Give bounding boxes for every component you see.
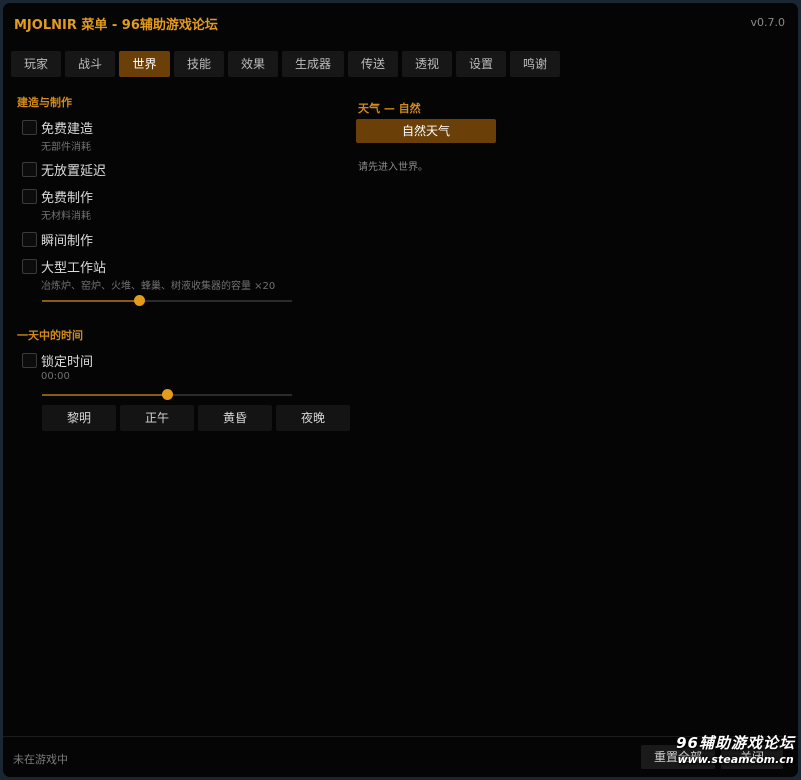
instant-craft-checkbox[interactable]	[22, 232, 37, 247]
tab-esp[interactable]: 透视	[402, 51, 452, 77]
tab-effects[interactable]: 效果	[228, 51, 278, 77]
lock-time-label: 锁定时间	[41, 355, 94, 370]
capacity-slider[interactable]	[42, 295, 292, 306]
window-title: MJOLNIR 菜单 - 96辅助游戏论坛	[14, 18, 218, 33]
game-status: 未在游戏中	[13, 753, 68, 766]
capacity-slider-knob[interactable]	[134, 295, 145, 306]
large-workstation-label: 大型工作站	[41, 261, 107, 276]
tab-combat[interactable]: 战斗	[65, 51, 115, 77]
natural-weather-button[interactable]: 自然天气	[356, 119, 496, 143]
instant-craft-label: 瞬间制作	[41, 234, 94, 249]
free-build-label: 免费建造	[41, 122, 94, 137]
free-build-checkbox[interactable]	[22, 120, 37, 135]
free-craft-checkbox[interactable]	[22, 189, 37, 204]
tab-settings[interactable]: 设置	[456, 51, 506, 77]
lock-time-checkbox[interactable]	[22, 353, 37, 368]
no-placement-delay-checkbox[interactable]	[22, 162, 37, 177]
dawn-button[interactable]: 黎明	[42, 405, 116, 431]
night-button[interactable]: 夜晚	[276, 405, 350, 431]
free-craft-desc: 无材料消耗	[41, 211, 91, 222]
no-placement-delay-label: 无放置延迟	[41, 164, 107, 179]
build-section-title: 建造与制作	[17, 96, 72, 109]
watermark-title: 96辅助游戏论坛	[676, 734, 795, 752]
tab-player[interactable]: 玩家	[11, 51, 61, 77]
dusk-button[interactable]: 黄昏	[198, 405, 272, 431]
mod-menu-window: MJOLNIR 菜单 - 96辅助游戏论坛 v0.7.0 玩家 战斗 世界 技能…	[3, 3, 798, 777]
large-workstation-desc: 冶炼炉、窑炉、火堆、蜂巢、树液收集器的容量 ×20	[41, 281, 276, 292]
time-slider[interactable]	[42, 389, 292, 400]
free-craft-label: 免费制作	[41, 191, 94, 206]
tab-teleport[interactable]: 传送	[348, 51, 398, 77]
tab-skills[interactable]: 技能	[174, 51, 224, 77]
watermark-url: www.steamcom.cn	[677, 753, 794, 766]
tab-credits[interactable]: 鸣谢	[510, 51, 560, 77]
time-section-title: 一天中的时间	[17, 329, 83, 342]
weather-section-title: 天气 — 自然	[358, 102, 421, 115]
free-build-desc: 无部件消耗	[41, 142, 91, 153]
tab-spawner[interactable]: 生成器	[282, 51, 344, 77]
site-watermark: 96辅助游戏论坛 www.steamcom.cn	[676, 732, 795, 766]
version-label: v0.7.0	[750, 16, 786, 29]
noon-button[interactable]: 正午	[120, 405, 194, 431]
capacity-slider-fill	[42, 300, 140, 302]
time-slider-knob[interactable]	[161, 389, 173, 400]
time-value: 00:00	[41, 371, 70, 382]
time-slider-fill	[42, 394, 167, 396]
large-workstation-checkbox[interactable]	[22, 259, 37, 274]
enter-world-hint: 请先进入世界。	[358, 162, 428, 173]
title-bar[interactable]: MJOLNIR 菜单 - 96辅助游戏论坛 v0.7.0	[3, 3, 798, 43]
tab-world[interactable]: 世界	[119, 51, 170, 77]
